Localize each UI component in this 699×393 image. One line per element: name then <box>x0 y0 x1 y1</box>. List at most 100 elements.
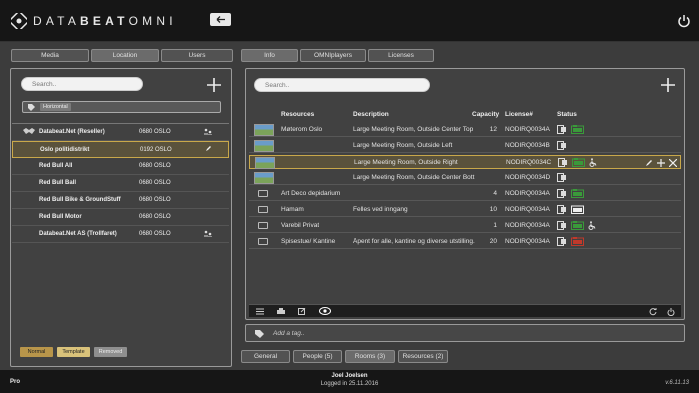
brand-name: DATABEATOMNI <box>33 14 177 28</box>
table-row[interactable]: Large Meeting Room, Outside Left NODIRQ00… <box>249 139 681 153</box>
location-city: 0680 OSLO <box>139 231 171 237</box>
people-icon[interactable] <box>204 128 212 137</box>
add-location-icon[interactable] <box>206 77 222 93</box>
tab-licenses[interactable]: Licenses <box>368 49 434 62</box>
location-name: Red Bull Ball <box>39 180 77 186</box>
resource-license: NODIRQ0034D <box>505 174 551 181</box>
resource-license: NODIRQ0034A <box>505 126 550 133</box>
column-status[interactable]: Status <box>557 111 577 118</box>
excel-icon <box>557 189 566 198</box>
excel-icon <box>557 221 566 230</box>
column-capacity[interactable]: Capacity <box>472 111 499 118</box>
resource-name: Spisestue/ Kantine <box>281 238 336 245</box>
location-name: Red Bull Bike & GroundStuff <box>39 197 121 203</box>
edit-row-icon[interactable] <box>645 159 653 168</box>
location-city: 0192 OSLO <box>140 146 172 153</box>
table-row[interactable]: Spisestue/ Kantine Åpent for alle, kantin… <box>249 235 681 249</box>
refresh-icon[interactable] <box>649 308 657 316</box>
resource-search-input[interactable]: Search.. <box>254 78 430 92</box>
location-row[interactable]: Databeat.Net (Reseller) 0680 OSLO <box>12 124 229 141</box>
orientation-filter[interactable]: Horizontal <box>22 101 221 113</box>
tab-general[interactable]: General <box>241 350 290 363</box>
excel-icon <box>557 125 566 134</box>
remove-row-icon[interactable] <box>669 159 677 168</box>
excel-icon <box>557 173 566 182</box>
green-status-icon <box>572 158 585 167</box>
table-toolbar <box>249 304 681 317</box>
resource-description: Large Meeting Room, Outside Center Bott.… <box>353 174 475 181</box>
add-resource-icon[interactable] <box>660 77 676 93</box>
column-description[interactable]: Description <box>353 111 389 118</box>
resource-name: Møterom Oslo <box>281 126 323 133</box>
tab-people[interactable]: People (5) <box>293 350 342 363</box>
resource-capacity: 1 <box>493 222 497 229</box>
edit-icon[interactable] <box>205 145 212 154</box>
camera-icon <box>258 222 268 229</box>
table-row[interactable]: Large Meeting Room, Outside Center Bott.… <box>249 171 681 185</box>
login-info: Logged in 25.11.2016 <box>320 381 379 387</box>
table-row[interactable]: Møterom Oslo Large Meeting Room, Outside … <box>249 123 681 137</box>
resource-name: Art Deco depidarium <box>281 190 341 197</box>
resource-description: Large Meeting Room, Outside Left <box>353 142 453 149</box>
table-row[interactable]: Art Deco depidarium 4 NODIRQ0034A <box>249 187 681 201</box>
table-row[interactable]: Large Meeting Room, Outside Right NODIRQ0… <box>249 155 681 169</box>
edit-icon[interactable] <box>298 308 306 315</box>
resource-license: NODIRQ0034A <box>505 190 550 197</box>
tab-omniplayers[interactable]: OMNIplayers <box>300 49 366 62</box>
location-row[interactable]: Red Bull Ball 0680 OSLO <box>12 175 229 192</box>
table-row[interactable]: Hamam Felles ved inngang 10 NODIRQ0034A <box>249 203 681 217</box>
room-thumbnail <box>255 157 275 169</box>
excel-icon <box>557 205 566 214</box>
tab-rooms[interactable]: Rooms (3) <box>345 350 395 363</box>
tab-users[interactable]: Users <box>161 49 233 62</box>
resource-license: NODIRQ0034C <box>506 159 552 166</box>
add-row-icon[interactable] <box>657 159 665 168</box>
screen-status-icon <box>571 205 584 214</box>
resource-license: NODIRQ0034A <box>505 222 550 229</box>
people-icon[interactable] <box>204 230 212 239</box>
handshake-icon <box>23 127 35 137</box>
legend-template: Template <box>57 347 90 357</box>
power-icon[interactable] <box>677 14 691 28</box>
resource-license: NODIRQ0034A <box>505 238 550 245</box>
resource-name: Varebil Privat <box>281 222 320 229</box>
location-row[interactable]: Databeat.Net AS (Trollfaret) 0680 OSLO <box>12 226 229 243</box>
wheelchair-icon <box>589 158 597 167</box>
tag-icon <box>28 103 35 111</box>
tag-input[interactable]: Add a tag.. <box>273 330 304 337</box>
location-row[interactable]: Red Bull Bike & GroundStuff 0680 OSLO <box>12 192 229 209</box>
table-row[interactable]: Varebil Privat1NODIRQ0034AAUTO <box>249 219 681 233</box>
tab-info[interactable]: Info <box>241 49 298 62</box>
eye-icon[interactable] <box>319 307 331 315</box>
orientation-chip-label: Horizontal <box>40 103 71 111</box>
tab-location[interactable]: Location <box>91 49 159 62</box>
green-status-icon <box>571 125 584 134</box>
location-name: Databeat.Net AS (Trollfaret) <box>39 231 117 237</box>
column-resources[interactable]: Resources <box>281 111 314 118</box>
tab-resources[interactable]: Resources (2) <box>398 350 448 363</box>
list-view-icon[interactable] <box>256 308 264 315</box>
excel-icon <box>558 158 567 167</box>
resource-description: Åpent for alle, kantine og diverse utsti… <box>353 238 475 245</box>
location-row[interactable]: Oslo politidistrikt 0192 OSLO <box>12 141 229 158</box>
location-search-input[interactable]: Search.. <box>21 77 143 91</box>
room-thumbnail <box>254 124 274 136</box>
excel-icon <box>557 141 566 150</box>
location-city: 0680 OSLO <box>139 163 171 169</box>
tab-media[interactable]: Media <box>11 49 89 62</box>
resource-description: Felles ved inngang <box>353 206 408 213</box>
user-name: Joel Joelsen <box>331 373 368 379</box>
tag-bar: Add a tag.. <box>245 324 685 342</box>
back-button[interactable] <box>210 13 231 26</box>
location-row[interactable]: Red Bull Motor 0680 OSLO <box>12 209 229 226</box>
camera-icon <box>258 206 268 213</box>
column-license[interactable]: License# <box>505 111 533 118</box>
green-status-icon <box>571 189 584 198</box>
power-small-icon[interactable] <box>667 308 675 316</box>
resource-name: Hamam <box>281 206 304 213</box>
location-row[interactable]: Red Bull All 0680 OSLO <box>12 158 229 175</box>
location-city: 0680 OSLO <box>139 129 171 135</box>
resource-license: NODIRQ0034A <box>505 206 550 213</box>
print-icon[interactable] <box>277 308 285 315</box>
camera-icon <box>258 238 268 245</box>
